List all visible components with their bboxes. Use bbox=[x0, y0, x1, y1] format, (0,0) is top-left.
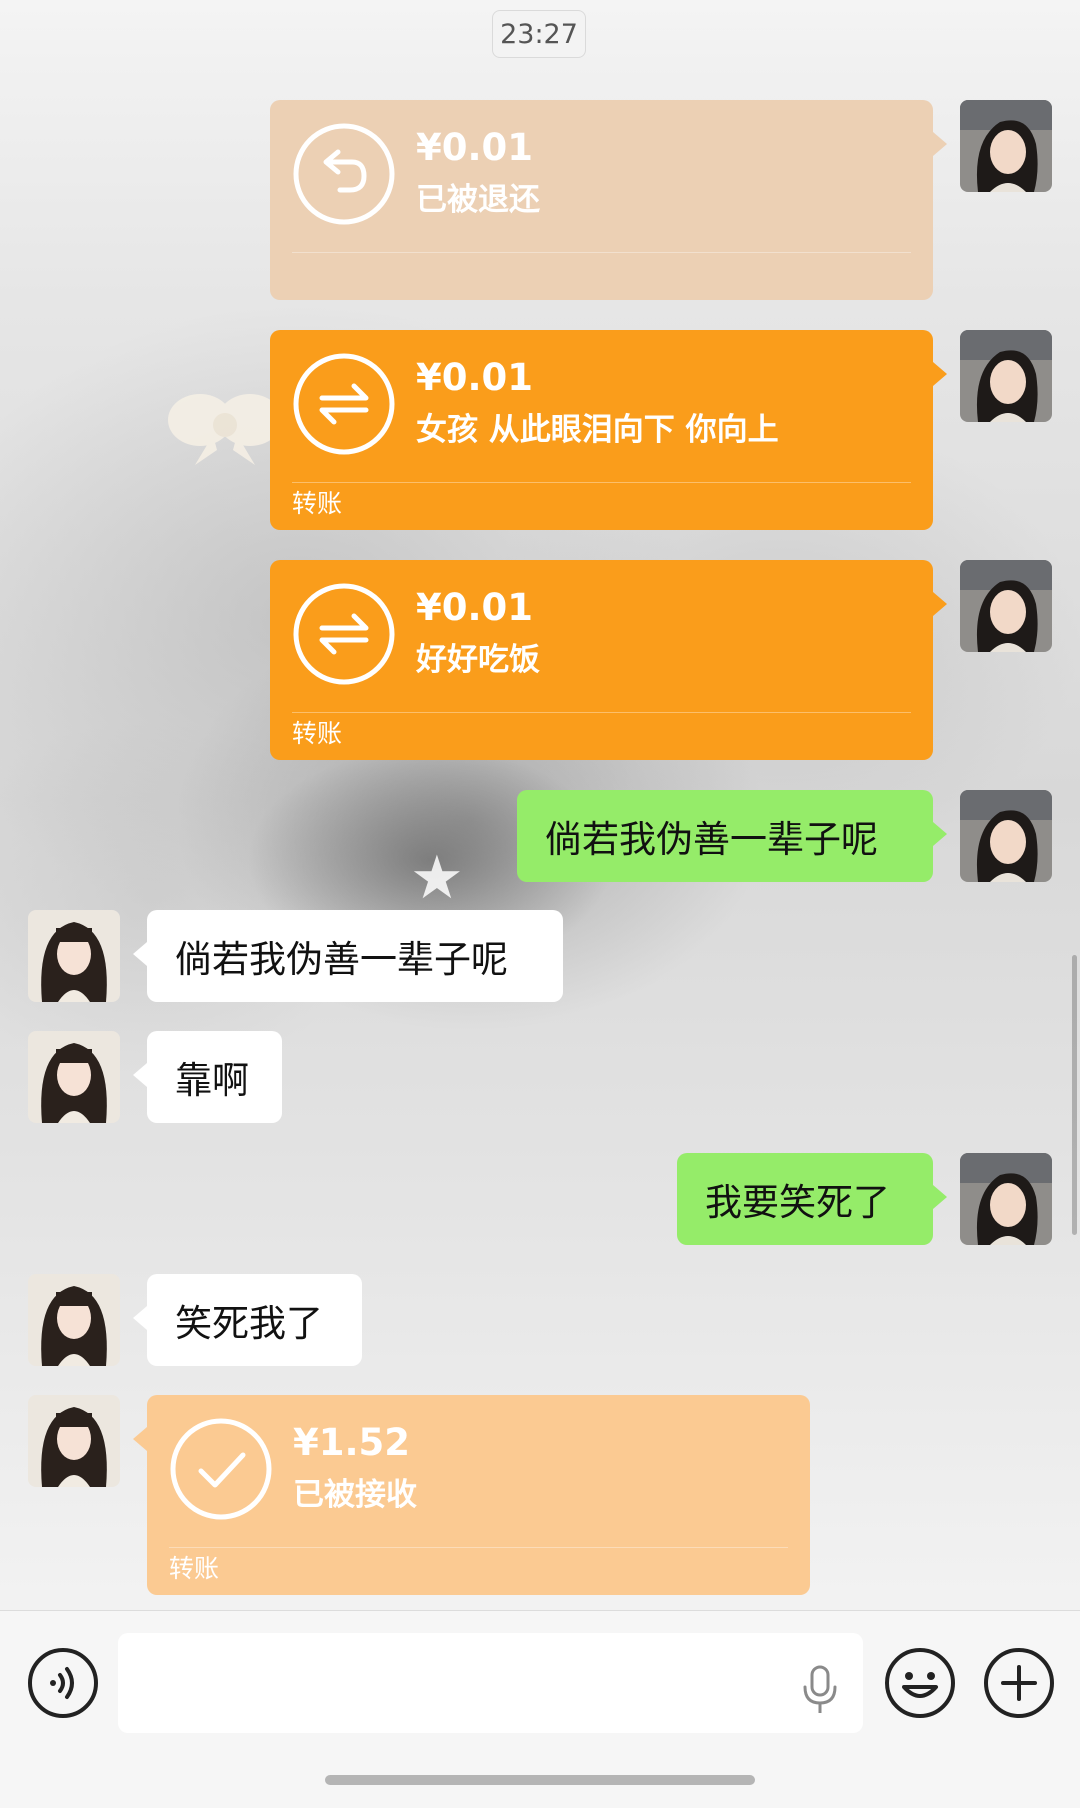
received-message[interactable]: 靠啊 bbox=[133, 1031, 282, 1123]
sent-message[interactable]: 倘若我伪善一辈子呢 bbox=[517, 790, 947, 882]
transfer-label: 转账 bbox=[292, 719, 343, 748]
message-timestamp: 23:27 bbox=[492, 10, 586, 58]
check-icon bbox=[170, 1418, 272, 1520]
transfer-amount: ¥0.01 bbox=[416, 586, 534, 629]
message-input[interactable] bbox=[118, 1633, 863, 1733]
bow-decoration bbox=[168, 394, 282, 465]
sent-message[interactable]: 我要笑死了 bbox=[677, 1153, 947, 1245]
microphone-icon[interactable] bbox=[800, 1665, 840, 1715]
transfer-card-received[interactable]: ¥1.52 已被接收 转账 bbox=[133, 1395, 810, 1595]
transfer-divider bbox=[292, 252, 911, 253]
received-message[interactable]: 笑死我了 bbox=[133, 1274, 362, 1366]
voice-mode-icon[interactable] bbox=[27, 1647, 99, 1719]
transfer-status: 已被接收 bbox=[293, 1477, 417, 1513]
transfer-divider bbox=[292, 712, 911, 713]
home-indicator[interactable] bbox=[325, 1775, 755, 1785]
transfer-card-refunded[interactable]: ¥0.01 已被退还 bbox=[270, 100, 947, 300]
transfer-card[interactable]: ¥0.01 好好吃饭 转账 bbox=[270, 560, 947, 760]
transfer-note: 女孩 从此眼泪向下 你向上 bbox=[416, 412, 779, 448]
transfer-amount: ¥1.52 bbox=[293, 1421, 411, 1464]
transfer-note: 好好吃饭 bbox=[416, 642, 540, 678]
transfer-label: 转账 bbox=[169, 1554, 220, 1583]
my-avatar[interactable] bbox=[960, 1153, 1052, 1245]
contact-avatar[interactable] bbox=[28, 1274, 120, 1366]
star-decoration: ★ bbox=[410, 843, 464, 913]
contact-avatar[interactable] bbox=[28, 1031, 120, 1123]
transfer-amount: ¥0.01 bbox=[416, 126, 534, 169]
received-message[interactable]: 倘若我伪善一辈子呢 bbox=[133, 910, 563, 1002]
transfer-label: 转账 bbox=[292, 489, 343, 518]
transfer-amount: ¥0.01 bbox=[416, 356, 534, 399]
contact-avatar[interactable] bbox=[28, 910, 120, 1002]
scrollbar[interactable] bbox=[1072, 955, 1077, 1235]
refund-icon bbox=[293, 123, 395, 225]
my-avatar[interactable] bbox=[960, 330, 1052, 422]
transfer-card[interactable]: ¥0.01 女孩 从此眼泪向下 你向上 转账 bbox=[270, 330, 947, 530]
transfer-divider bbox=[292, 482, 911, 483]
transfer-icon bbox=[293, 583, 395, 685]
transfer-divider bbox=[169, 1547, 788, 1548]
my-avatar[interactable] bbox=[960, 100, 1052, 192]
transfer-status: 已被退还 bbox=[416, 182, 540, 218]
contact-avatar[interactable] bbox=[28, 1395, 120, 1487]
transfer-icon bbox=[293, 353, 395, 455]
emoji-icon[interactable] bbox=[884, 1647, 956, 1719]
my-avatar[interactable] bbox=[960, 790, 1052, 882]
plus-icon[interactable] bbox=[983, 1647, 1055, 1719]
my-avatar[interactable] bbox=[960, 560, 1052, 652]
